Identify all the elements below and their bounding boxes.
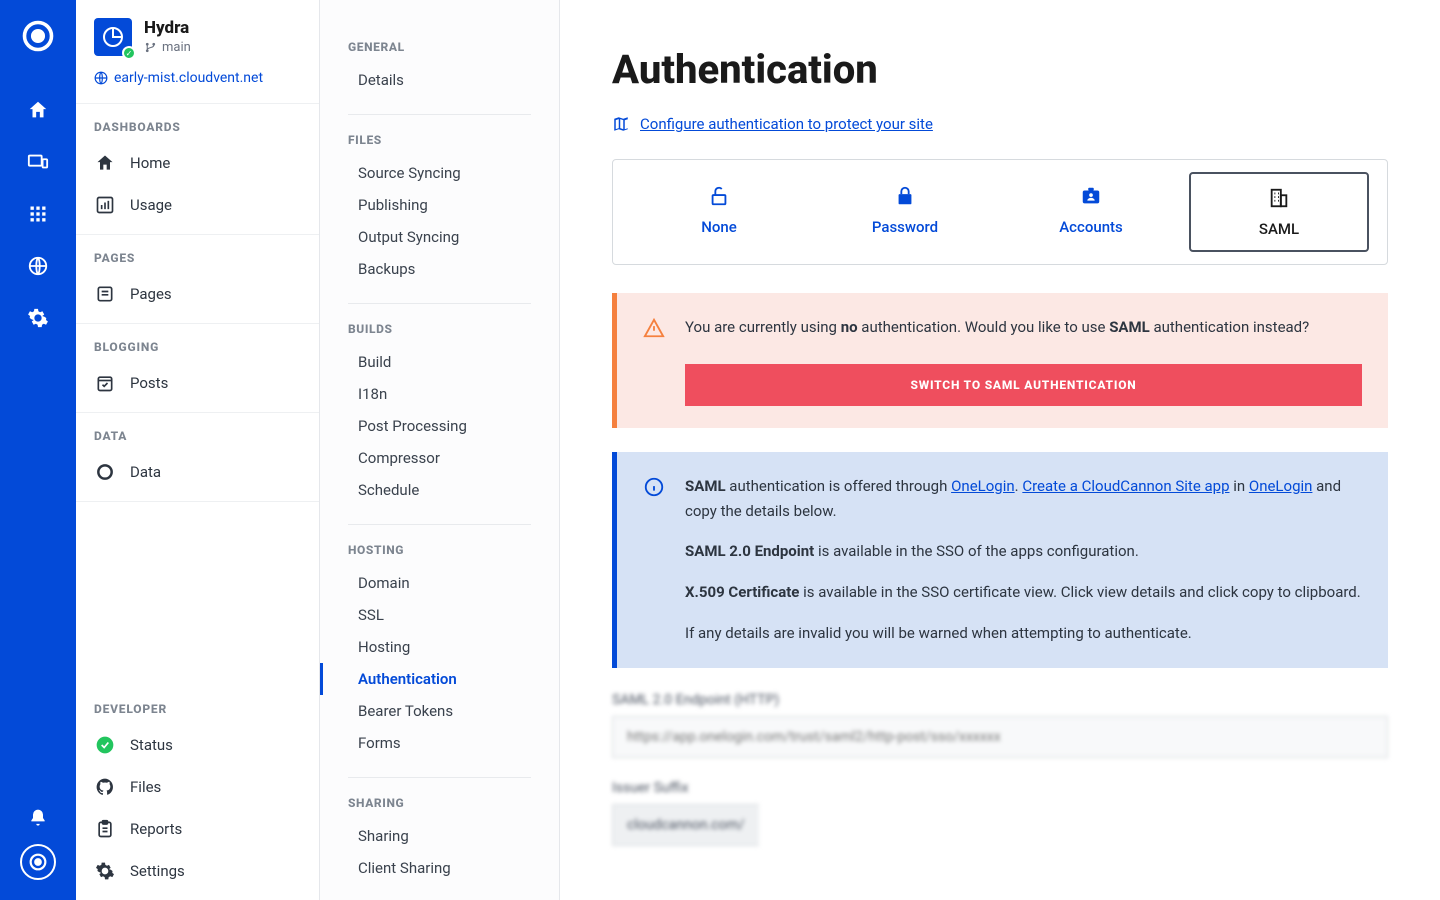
settings-item-backups[interactable]: Backups [348,253,531,285]
info-alert: SAML authentication is offered through O… [612,452,1388,668]
settings-item-ssl[interactable]: SSL [348,599,531,631]
rail-settings-icon[interactable] [0,292,76,344]
doc-link[interactable]: Configure authentication to protect your… [612,115,933,133]
settings-item-domain[interactable]: Domain [348,567,531,599]
warning-alert: You are currently using no authenticatio… [612,293,1388,428]
settings-item-post-processing[interactable]: Post Processing [348,410,531,442]
site-icon: ✓ [94,18,132,56]
building-icon [1268,186,1290,210]
rail-home-icon[interactable] [0,84,76,136]
create-app-link[interactable]: Create a CloudCannon Site app [1022,477,1229,495]
rail-bell-icon[interactable] [0,792,76,844]
calendar-icon [94,372,116,394]
clipboard-icon [94,818,116,840]
rail-avatar-icon[interactable] [20,844,56,880]
settings-item-details[interactable]: Details [348,64,531,96]
sidebar-item-data[interactable]: Data [76,451,319,493]
settings-item-forms[interactable]: Forms [348,727,531,759]
sidebar-item-status[interactable]: Status [76,724,319,766]
nav-heading: DASHBOARDS [76,120,319,142]
tab-accounts[interactable]: Accounts [1003,172,1179,252]
onelogin-link[interactable]: OneLogin [1249,477,1313,495]
site-header: ✓ Hydra main early-mist.cloudvent.net [76,0,319,104]
tab-none[interactable]: None [631,172,807,252]
settings-item-bearer-tokens[interactable]: Bearer Tokens [348,695,531,727]
nav-heading: PAGES [76,251,319,273]
endpoint-field: SAML 2.0 Endpoint (HTTP) [612,692,1388,758]
id-card-icon [1079,184,1103,208]
github-icon [94,776,116,798]
app-logo-icon [20,18,56,54]
main-content: Authentication Configure authentication … [560,0,1440,900]
settings-item-publishing[interactable]: Publishing [348,189,531,221]
settings-group-heading: FILES [348,133,531,157]
nav-heading: BLOGGING [76,340,319,362]
sidebar-item-settings[interactable]: Settings [76,850,319,892]
globe-icon [94,71,108,85]
settings-group-heading: BUILDS [348,322,531,346]
sidebar-item-home[interactable]: Home [76,142,319,184]
settings-group-heading: HOSTING [348,543,531,567]
info-icon [643,476,665,498]
site-name: Hydra [144,18,191,38]
switch-auth-button[interactable]: SWITCH TO SAML AUTHENTICATION [685,364,1362,406]
page-title: Authentication [612,46,1388,93]
settings-item-source-syncing[interactable]: Source Syncing [348,157,531,189]
endpoint-input[interactable] [612,716,1388,758]
sidebar-item-pages[interactable]: Pages [76,273,319,315]
rail-apps-icon[interactable] [0,188,76,240]
sidebar-item-usage[interactable]: Usage [76,184,319,226]
settings-group-heading: SHARING [348,796,531,820]
tab-saml[interactable]: SAML [1189,172,1369,252]
warning-icon [643,317,665,339]
check-circle-icon [94,734,116,756]
settings-item-build[interactable]: Build [348,346,531,378]
chart-icon [94,194,116,216]
lock-open-icon [708,184,730,208]
settings-item-sharing[interactable]: Sharing [348,820,531,852]
rail-globe-icon[interactable] [0,240,76,292]
settings-item-i18n[interactable]: I18n [348,378,531,410]
donut-icon [94,461,116,483]
home-icon [94,152,116,174]
onelogin-link[interactable]: OneLogin [951,477,1015,495]
rail-devices-icon[interactable] [0,136,76,188]
site-branch: main [144,40,191,55]
settings-item-hosting[interactable]: Hosting [348,631,531,663]
gear-icon [94,860,116,882]
map-icon [612,115,630,133]
branch-icon [144,41,157,54]
site-sidebar: ✓ Hydra main early-mist.cloudvent.net DA… [76,0,320,900]
field-label: SAML 2.0 Endpoint (HTTP) [612,692,1388,708]
field-label: Issuer Suffix [612,780,1388,796]
issuer-prefix: cloudcannon.com/ [612,804,759,846]
pages-icon [94,283,116,305]
site-url-link[interactable]: early-mist.cloudvent.net [94,70,263,86]
settings-item-client-sharing[interactable]: Client Sharing [348,852,531,884]
settings-item-compressor[interactable]: Compressor [348,442,531,474]
status-badge-icon: ✓ [122,46,136,60]
auth-tabs: None Password Accounts SAML [612,159,1388,265]
app-rail [0,0,76,900]
lock-icon [894,184,916,208]
nav-heading: DATA [76,429,319,451]
tab-password[interactable]: Password [817,172,993,252]
sidebar-item-files[interactable]: Files [76,766,319,808]
nav-heading: DEVELOPER [76,702,319,724]
settings-nav: GENERALDetails FILESSource SyncingPublish… [320,0,560,900]
sidebar-item-reports[interactable]: Reports [76,808,319,850]
settings-item-output-syncing[interactable]: Output Syncing [348,221,531,253]
settings-item-authentication[interactable]: Authentication [320,663,531,695]
settings-item-schedule[interactable]: Schedule [348,474,531,506]
settings-group-heading: GENERAL [348,40,531,64]
sidebar-item-posts[interactable]: Posts [76,362,319,404]
issuer-field: Issuer Suffix cloudcannon.com/ [612,780,1388,846]
